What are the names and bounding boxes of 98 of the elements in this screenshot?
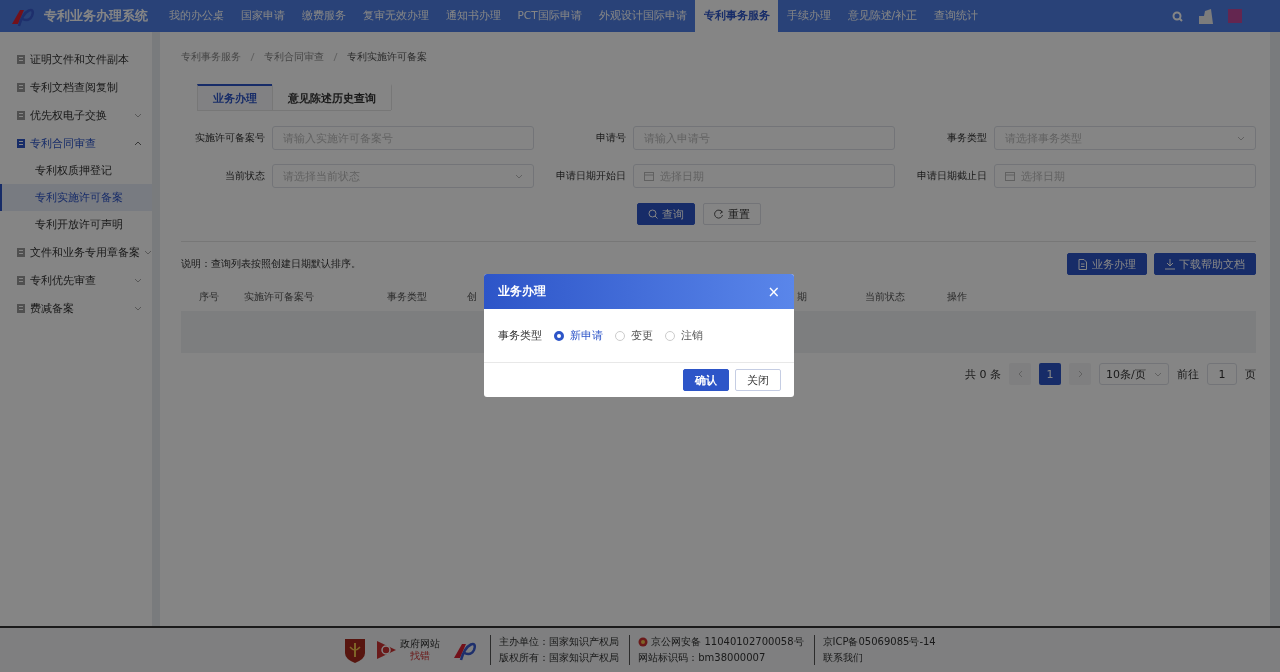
- field-label: 事务类型: [498, 328, 542, 343]
- chevron-icon: [1154, 370, 1162, 378]
- chevron-icon: [134, 139, 142, 147]
- previous-page-button[interactable]: [1009, 363, 1031, 385]
- nav-tab[interactable]: 我的办公桌: [160, 0, 232, 32]
- document-icon: [1078, 258, 1088, 270]
- separator-icon: [332, 52, 339, 62]
- download-button[interactable]: 下载帮助文档: [1154, 253, 1256, 275]
- field-label: 申请号: [595, 131, 626, 145]
- close-button[interactable]: 关闭: [735, 369, 781, 391]
- radio-option[interactable]: 注销: [665, 328, 703, 343]
- document-icon: [16, 81, 26, 93]
- document-icon: [16, 53, 26, 65]
- footer-text: 京公网安备 11040102700058号: [651, 635, 804, 649]
- sidebar-subitem[interactable]: 专利实施许可备案: [0, 184, 152, 211]
- total-count: 共 0 条: [965, 366, 1001, 382]
- chevron-icon: [1237, 134, 1245, 142]
- column-header: 操作: [947, 290, 967, 302]
- search-icon[interactable]: [1172, 10, 1183, 22]
- note-text: 说明：查询列表按照创建日期默认排序。: [181, 257, 361, 271]
- nav-tab[interactable]: 意见陈述/补正: [839, 0, 926, 32]
- radio-option[interactable]: 新申请: [554, 328, 603, 343]
- column-header: 事务类型: [387, 290, 427, 302]
- field-label: 实施许可备案号: [194, 131, 265, 145]
- nav-tab[interactable]: 外观设计国际申请: [590, 0, 696, 32]
- tab[interactable]: 意见陈述历史查询: [272, 84, 392, 110]
- goto-label: 前往: [1177, 366, 1199, 382]
- document-icon: [16, 246, 26, 258]
- chevron-icon: [134, 276, 142, 284]
- sidebar-item[interactable]: 证明文件和文件副本: [0, 45, 152, 73]
- document-icon: [16, 109, 26, 121]
- app-title: 专利业务办理系统: [44, 7, 148, 25]
- footer-text: 版权所有：国家知识产权局: [499, 651, 620, 665]
- calendar-icon: [644, 171, 654, 181]
- dialog-title: 业务办理: [498, 283, 546, 300]
- sidebar-item[interactable]: 专利合同审查: [0, 129, 152, 157]
- footer-text: 京ICP备05069085号-14: [822, 635, 936, 649]
- sidebar-item[interactable]: 专利文档查阅复制: [0, 73, 152, 101]
- close-icon[interactable]: ×: [767, 282, 780, 301]
- field-label: 申请日期截止日: [916, 169, 987, 183]
- field-label: 事务类型: [946, 131, 987, 145]
- nav-tab[interactable]: 手续办理: [778, 0, 840, 32]
- page-input[interactable]: 1: [1207, 363, 1237, 385]
- document-icon: [16, 137, 26, 149]
- nav-tab[interactable]: 国家申请: [232, 0, 293, 32]
- nav-tab[interactable]: 通知书办理: [437, 0, 509, 32]
- radio-button[interactable]: [554, 330, 564, 341]
- nav-tab[interactable]: 查询统计: [925, 0, 987, 32]
- column-header: 当前状态: [865, 290, 905, 302]
- footer-text: 网站标识码：bm38000007: [638, 651, 767, 665]
- police-badge-icon: [638, 637, 649, 647]
- nav-tab[interactable]: 复审无效办理: [354, 0, 437, 32]
- sidebar-item[interactable]: 专利优先审查: [0, 266, 152, 294]
- chevron-icon: [144, 248, 152, 256]
- chevron-icon: [515, 172, 523, 180]
- confirm-button[interactable]: 确认: [683, 369, 729, 391]
- download-icon: [1165, 258, 1175, 270]
- chevron-icon: [134, 111, 142, 119]
- search-icon: [647, 209, 658, 219]
- action-button[interactable]: 业务办理: [1067, 253, 1147, 275]
- nav-tab[interactable]: 缴费服务: [293, 0, 354, 32]
- field-label: 当前状态: [224, 169, 265, 183]
- calendar-icon: [1005, 171, 1015, 181]
- radio-option[interactable]: 变更: [615, 328, 653, 343]
- column-header: 期: [797, 290, 807, 302]
- sidebar-item[interactable]: 优先权电子交换: [0, 101, 152, 129]
- badge-text[interactable]: 找错: [410, 650, 431, 662]
- refresh-icon: [713, 209, 724, 219]
- document-icon: [16, 274, 26, 286]
- avatar-icon[interactable]: [1228, 9, 1242, 23]
- magnifier-icon: [376, 639, 398, 661]
- column-header: 创: [467, 290, 477, 302]
- separator-icon: [249, 52, 256, 62]
- breadcrumb-link[interactable]: 专利事务服务: [181, 50, 241, 64]
- sidebar-subitem[interactable]: 专利开放许可声明: [0, 211, 152, 238]
- sidebar-item[interactable]: 费减备案: [0, 294, 152, 322]
- sidebar-item[interactable]: 文件和业务专用章备案: [0, 238, 152, 266]
- page-size-select[interactable]: 10条/页: [1099, 363, 1169, 385]
- chevron-icon: [134, 304, 142, 312]
- reset-button[interactable]: 重置: [702, 203, 761, 225]
- next-page-button[interactable]: [1069, 363, 1091, 385]
- chevron-icon: [1076, 370, 1084, 378]
- search-button[interactable]: 查询: [636, 203, 695, 225]
- tab[interactable]: 业务办理: [197, 84, 273, 110]
- nav-tab[interactable]: PCT国际申请: [509, 0, 591, 32]
- emblem-icon: [344, 636, 367, 664]
- badge-text[interactable]: 政府网站: [400, 638, 441, 650]
- column-header: 序号: [199, 290, 219, 302]
- sidebar-subitem[interactable]: 专利权质押登记: [0, 157, 152, 184]
- contact-link[interactable]: 联系我们: [822, 651, 936, 665]
- footer-text: 主办单位：国家知识产权局: [499, 635, 620, 649]
- chevron-icon: [1016, 370, 1024, 378]
- document-icon: [16, 302, 26, 314]
- page-button[interactable]: 1: [1039, 363, 1061, 385]
- nav-tab[interactable]: 专利事务服务: [695, 0, 779, 32]
- page-suffix: 页: [1245, 366, 1256, 382]
- field-label: 申请日期开始日: [555, 169, 626, 183]
- column-header: 实施许可备案号: [244, 290, 314, 302]
